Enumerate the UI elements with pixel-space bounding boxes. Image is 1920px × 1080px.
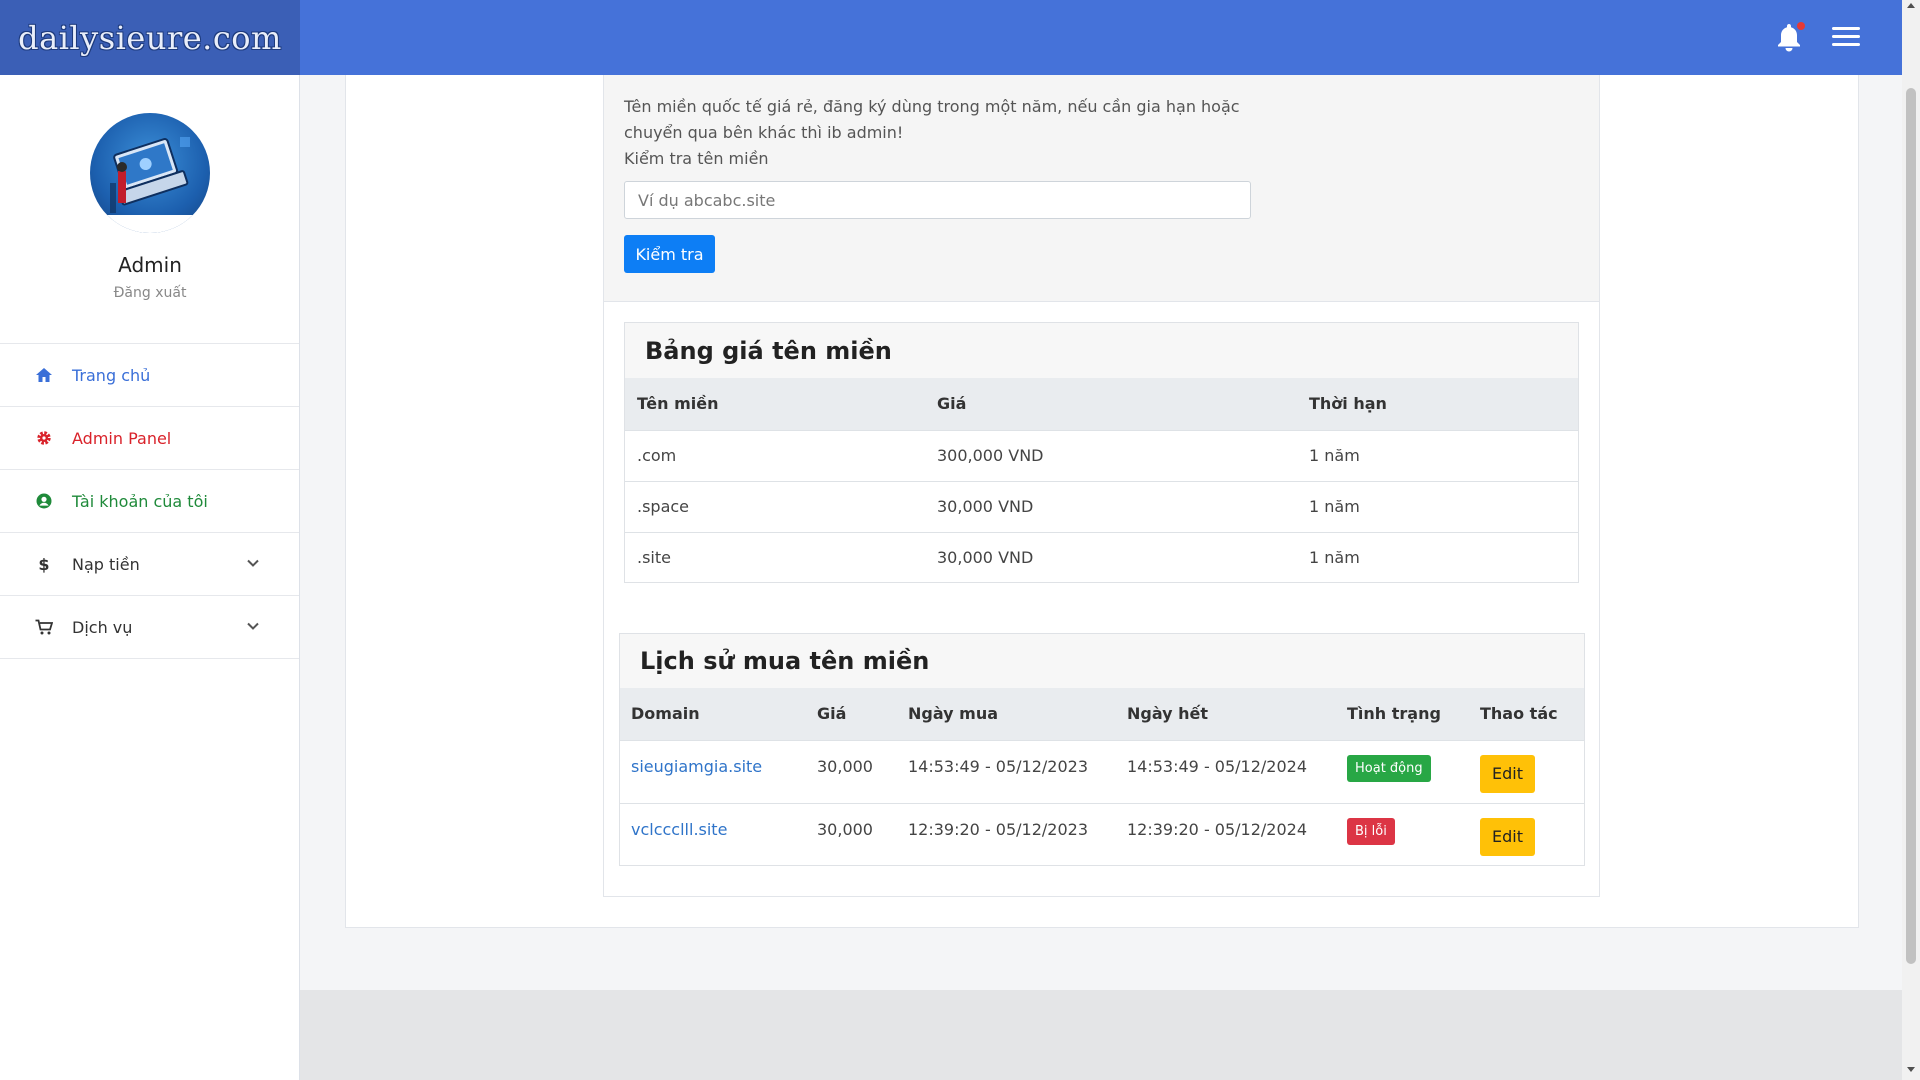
purchase-history-title: Lịch sử mua tên miền bbox=[620, 634, 1584, 688]
column-header: Ngày hết bbox=[1116, 688, 1336, 741]
table-cell: 1 năm bbox=[1297, 430, 1578, 482]
sidebar-item-my-account[interactable]: Tài khoản của tôi bbox=[0, 470, 299, 533]
domain-search-input[interactable] bbox=[624, 181, 1251, 219]
vertical-scrollbar[interactable] bbox=[1902, 0, 1920, 1080]
chevron-down-icon[interactable] bbox=[247, 618, 259, 634]
sidebar-item-label: Nạp tiền bbox=[72, 554, 140, 574]
page-footer bbox=[300, 990, 1902, 1080]
status-cell: Bị lỗi bbox=[1336, 803, 1469, 866]
domain-check-label: Kiểm tra tên miền bbox=[624, 149, 769, 168]
scroll-down-arrow-icon[interactable] bbox=[1907, 1067, 1915, 1072]
check-domain-button[interactable]: Kiểm tra bbox=[624, 235, 715, 273]
brand-name[interactable]: dailysieure.com bbox=[18, 19, 282, 57]
table-header-row: Tên miền Giá Thời hạn bbox=[625, 378, 1578, 431]
table-cell: .space bbox=[625, 481, 925, 533]
column-header: Thao tác bbox=[1469, 688, 1584, 741]
status-cell: Hoạt động bbox=[1336, 740, 1469, 804]
price-table-title: Bảng giá tên miền bbox=[625, 323, 1578, 378]
column-header: Ngày mua bbox=[897, 688, 1116, 741]
column-header: Giá bbox=[925, 378, 1297, 431]
chevron-down-icon[interactable] bbox=[247, 555, 259, 571]
action-cell: Edit bbox=[1469, 740, 1584, 804]
sidebar-item-services[interactable]: Dịch vụ bbox=[0, 596, 299, 659]
sidebar-item-deposit[interactable]: $ Nạp tiền bbox=[0, 533, 299, 596]
status-badge: Bị lỗi bbox=[1347, 817, 1395, 845]
table-cell: .site bbox=[637, 548, 671, 568]
notification-dot bbox=[1797, 22, 1805, 30]
action-cell: Edit bbox=[1469, 803, 1584, 866]
status-badge: Hoạt động bbox=[1347, 754, 1431, 782]
domain-cell: sieugiamgia.site bbox=[620, 740, 806, 804]
table-cell: 14:53:49 - 05/12/2024 bbox=[1116, 740, 1336, 804]
scroll-up-arrow-icon[interactable] bbox=[1907, 3, 1915, 8]
sidebar-item-home[interactable]: Trang chủ bbox=[0, 344, 299, 407]
hamburger-menu-icon[interactable] bbox=[1832, 27, 1860, 49]
edit-button[interactable]: Edit bbox=[1480, 754, 1535, 793]
column-header: Domain bbox=[620, 688, 806, 741]
column-header: Giá bbox=[806, 688, 897, 741]
domain-check-info: Tên miền quốc tế giá rẻ, đăng ký dùng tr… bbox=[624, 94, 1244, 172]
domain-link[interactable]: sieugiamgia.site bbox=[631, 757, 762, 776]
column-header: Tình trạng bbox=[1336, 688, 1469, 741]
column-header: Tên miền bbox=[625, 378, 925, 431]
table-cell: 30,000 VND bbox=[937, 548, 1034, 568]
price-table: Tên miền Giá Thời hạn .com 300,000 VND 1… bbox=[625, 378, 1578, 583]
logout-link[interactable]: Đăng xuất bbox=[0, 285, 300, 301]
table-row: .site 30,000 VND 1 năm bbox=[625, 532, 1578, 583]
table-row: sieugiamgia.site 30,000 14:53:49 - 05/12… bbox=[620, 740, 1584, 804]
scrollbar-thumb[interactable] bbox=[1906, 88, 1916, 964]
column-header: Thời hạn bbox=[1297, 378, 1578, 431]
table-header-row: Domain Giá Ngày mua Ngày hết Tình trạng … bbox=[620, 688, 1584, 741]
dollar-icon: $ bbox=[38, 554, 50, 574]
home-icon bbox=[34, 365, 54, 385]
table-cell: 1 năm bbox=[1297, 481, 1578, 533]
table-cell: 14:53:49 - 05/12/2023 bbox=[897, 740, 1116, 804]
user-circle-icon bbox=[34, 491, 54, 511]
table-row: vclccclll.site 30,000 12:39:20 - 05/12/2… bbox=[620, 803, 1584, 866]
sidebar-item-label: Tài khoản của tôi bbox=[72, 491, 208, 511]
table-cell: 1 năm bbox=[1309, 548, 1360, 568]
bell-icon[interactable] bbox=[1775, 22, 1805, 52]
sidebar-item-label: Trang chủ bbox=[72, 365, 151, 385]
domain-cell: vclccclll.site bbox=[620, 803, 806, 866]
table-row: .space 30,000 VND 1 năm bbox=[625, 481, 1578, 533]
cart-icon bbox=[34, 617, 54, 637]
sidebar-item-admin-panel[interactable]: Admin Panel bbox=[0, 407, 299, 470]
table-cell: 300,000 VND bbox=[925, 430, 1297, 482]
avatar bbox=[90, 113, 210, 233]
table-cell: 30,000 bbox=[806, 740, 897, 804]
sidebar-nav: Trang chủ Admin Panel Tài khoản của tôi … bbox=[0, 343, 299, 659]
top-navbar: dailysieure.com bbox=[0, 0, 1902, 75]
domain-link[interactable]: vclccclll.site bbox=[631, 820, 727, 839]
brand-logo[interactable]: dailysieure.com bbox=[0, 0, 300, 75]
edit-button[interactable]: Edit bbox=[1480, 817, 1535, 856]
table-cell: 30,000 VND bbox=[925, 481, 1297, 533]
table-cell: 12:39:20 - 05/12/2024 bbox=[1127, 819, 1308, 839]
purchase-history-table: Domain Giá Ngày mua Ngày hết Tình trạng … bbox=[620, 688, 1584, 866]
sidebar-item-label: Dịch vụ bbox=[72, 617, 133, 637]
avatar-illustration bbox=[90, 137, 210, 233]
domain-description: Tên miền quốc tế giá rẻ, đăng ký dùng tr… bbox=[624, 97, 1240, 142]
table-cell: 12:39:20 - 05/12/2023 bbox=[908, 819, 1089, 839]
table-row: .com 300,000 VND 1 năm bbox=[625, 430, 1578, 482]
profile-name: Admin bbox=[118, 253, 182, 277]
price-table-panel: Bảng giá tên miền Tên miền Giá Thời hạn … bbox=[624, 322, 1579, 583]
table-cell: .com bbox=[625, 430, 925, 482]
gear-icon bbox=[34, 428, 54, 448]
table-cell: 30,000 bbox=[817, 819, 873, 839]
sidebar-item-label: Admin Panel bbox=[72, 428, 172, 448]
purchase-history-panel: Lịch sử mua tên miền Domain Giá Ngày mua… bbox=[619, 633, 1585, 866]
sidebar: Admin Đăng xuất Trang chủ Admin Panel Tà… bbox=[0, 75, 300, 1080]
